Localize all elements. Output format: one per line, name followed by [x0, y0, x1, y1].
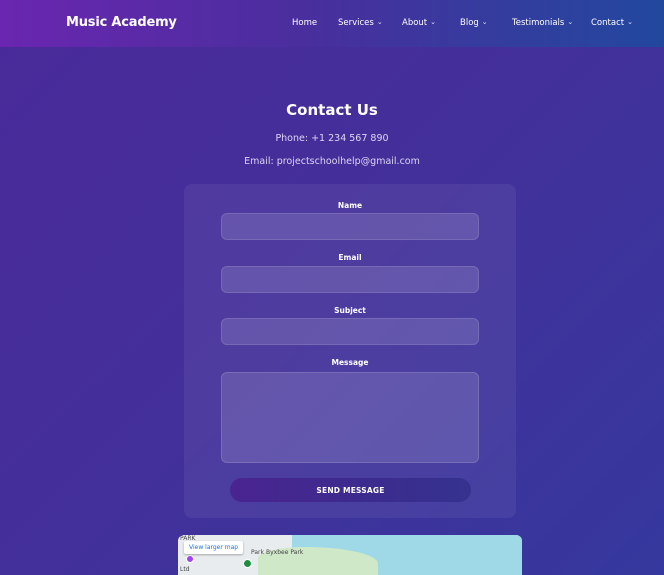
navbar: Music Academy Home Services ⌄ About ⌄ Bl… — [0, 0, 664, 47]
chevron-down-icon: ⌄ — [481, 18, 488, 26]
nav-testimonials[interactable]: Testimonials ⌄ — [512, 18, 573, 28]
map-marker-icon — [186, 555, 194, 563]
nav-services[interactable]: Services ⌄ — [338, 18, 383, 28]
name-field[interactable] — [221, 213, 479, 240]
send-message-button[interactable]: SEND MESSAGE — [230, 478, 471, 502]
nav-home-label: Home — [292, 18, 318, 28]
nav-contact[interactable]: Contact ⌄ — [591, 18, 633, 28]
name-label: Name — [337, 201, 363, 210]
chevron-down-icon: ⌄ — [627, 18, 633, 26]
subject-label: Subject — [334, 306, 366, 315]
map-label-byxbee: Byxbee Park — [266, 549, 304, 556]
nav-about-label: About — [402, 18, 428, 28]
map-label-park2: Park — [251, 549, 264, 556]
nav-blog-label: Blog — [460, 18, 479, 28]
subject-field[interactable] — [221, 318, 479, 345]
chevron-down-icon: ⌄ — [430, 18, 437, 26]
message-field[interactable] — [221, 372, 479, 463]
nav-contact-label: Contact — [591, 18, 625, 28]
contact-phone: Phone: +1 234 567 890 — [275, 133, 389, 144]
nav-home[interactable]: Home — [292, 18, 317, 28]
chevron-down-icon: ⌄ — [376, 18, 383, 26]
contact-email: Email: projectschoolhelp@gmail.com — [244, 156, 420, 167]
nav-about[interactable]: About ⌄ — [402, 18, 436, 28]
email-field[interactable] — [221, 266, 479, 293]
view-larger-map-link[interactable]: View larger map — [184, 541, 244, 554]
park-marker-icon — [243, 559, 252, 568]
contact-title: Contact Us — [286, 101, 378, 119]
nav-blog[interactable]: Blog ⌄ — [460, 18, 488, 28]
nav-testimonials-label: Testimonials — [512, 18, 565, 28]
chevron-down-icon: ⌄ — [567, 18, 574, 26]
email-label: Email — [338, 253, 362, 262]
nav-services-label: Services — [338, 18, 374, 28]
contact-form: Name Email Subject Message SEND MESSAGE — [184, 184, 516, 518]
embedded-map[interactable]: PARK Park Byxbee Park Ltd View larger ma… — [178, 535, 522, 575]
map-label-ltd: Ltd — [180, 566, 190, 573]
message-label: Message — [331, 358, 369, 367]
nav-menu: Home Services ⌄ About ⌄ Blog ⌄ Testimoni… — [0, 0, 664, 47]
